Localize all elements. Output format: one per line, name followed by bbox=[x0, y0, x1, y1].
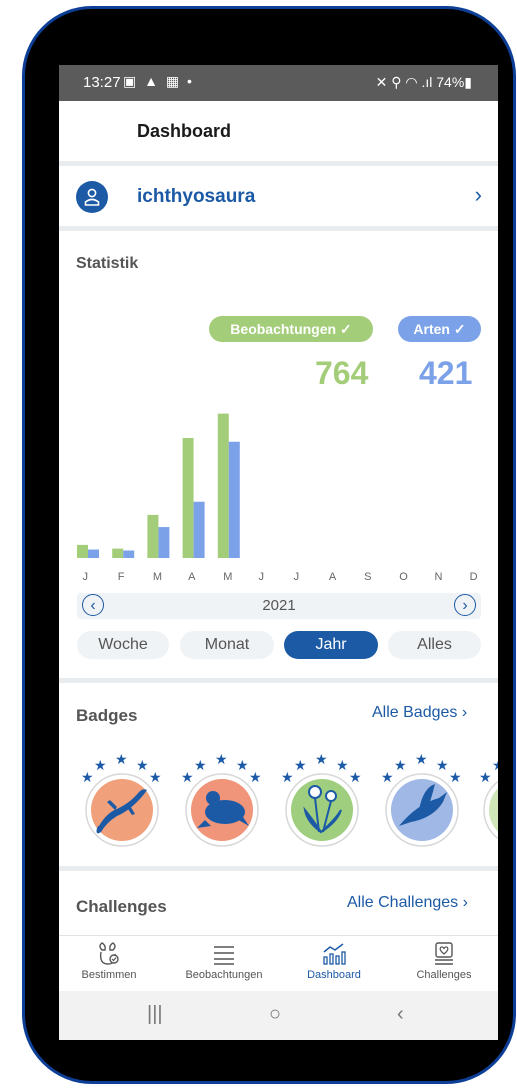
observations-toggle[interactable]: Beobachtungen ✓ bbox=[209, 316, 373, 342]
svg-text:★: ★ bbox=[349, 770, 362, 786]
svg-text:★: ★ bbox=[194, 758, 207, 774]
status-time: 13:27 bbox=[83, 74, 121, 91]
svg-text:★: ★ bbox=[381, 770, 394, 786]
badge-partial[interactable]: ★ ★ bbox=[475, 748, 498, 848]
dashboard-icon bbox=[323, 943, 346, 965]
all-challenges-link[interactable]: Alle Challenges › bbox=[347, 894, 468, 912]
svg-text:★: ★ bbox=[94, 758, 107, 774]
nav-bestimmen[interactable]: Bestimmen bbox=[67, 936, 151, 992]
svg-text:★: ★ bbox=[479, 770, 492, 786]
svg-text:★: ★ bbox=[136, 758, 149, 774]
bottom-navigation: Bestimmen Beobachtungen Dashboard Challe… bbox=[59, 935, 498, 992]
svg-text:★: ★ bbox=[394, 758, 407, 774]
month-tick-label: J bbox=[83, 571, 89, 583]
month-tick-label: J bbox=[258, 571, 264, 583]
avatar bbox=[76, 181, 108, 213]
bar-beobachtungen-0 bbox=[77, 544, 88, 558]
user-icon bbox=[84, 188, 100, 206]
app-bar: Dashboard bbox=[59, 101, 498, 161]
month-tick-label: N bbox=[434, 571, 442, 583]
badge-lizard[interactable]: ★ ★ ★ ★ ★ bbox=[77, 748, 167, 848]
species-count: 421 bbox=[419, 355, 473, 391]
identify-icon bbox=[99, 942, 119, 965]
badge-bird[interactable]: ★ ★ ★ ★ ★ bbox=[377, 748, 467, 848]
system-navigation-bar: ||| ○ ‹ bbox=[59, 991, 498, 1040]
svg-text:★: ★ bbox=[294, 758, 307, 774]
nav-beobachtungen[interactable]: Beobachtungen bbox=[169, 936, 279, 992]
nav-dashboard[interactable]: Dashboard bbox=[294, 936, 374, 992]
svg-text:★: ★ bbox=[149, 770, 162, 786]
bar-beobachtungen-3 bbox=[182, 438, 194, 558]
chevron-right-icon: › bbox=[474, 182, 482, 207]
nav-challenges[interactable]: Challenges bbox=[404, 936, 484, 992]
svg-text:★: ★ bbox=[181, 770, 194, 786]
user-profile-row[interactable]: ichthyosaura › bbox=[59, 166, 498, 226]
challenges-icon bbox=[435, 942, 453, 965]
username: ichthyosaura bbox=[137, 186, 256, 207]
divider bbox=[59, 226, 498, 231]
monthly-bar-chart: JFMAMJJASOND bbox=[77, 413, 478, 583]
list-icon bbox=[214, 946, 234, 965]
year-selector: ‹ 2021 › bbox=[77, 593, 481, 619]
challenges-heading: Challenges bbox=[76, 897, 167, 916]
period-year[interactable]: Jahr bbox=[284, 631, 378, 659]
bar-arten-4 bbox=[228, 441, 240, 558]
svg-text:★: ★ bbox=[215, 752, 228, 768]
month-tick-label: A bbox=[329, 571, 337, 583]
month-tick-label: J bbox=[294, 571, 300, 583]
nav-label: Dashboard bbox=[307, 969, 361, 981]
svg-text:★: ★ bbox=[492, 758, 498, 774]
bar-arten-2 bbox=[158, 527, 170, 558]
star-row: ★ ★ bbox=[479, 758, 498, 786]
month-tick-label: O bbox=[399, 571, 408, 583]
badge-frog[interactable]: ★ ★ ★ ★ ★ bbox=[177, 748, 267, 848]
month-tick-label: A bbox=[188, 571, 196, 583]
svg-text:★: ★ bbox=[281, 770, 294, 786]
next-year-button[interactable]: › bbox=[454, 594, 476, 616]
month-tick-label: S bbox=[364, 571, 371, 583]
svg-text:★: ★ bbox=[236, 758, 249, 774]
page-title: Dashboard bbox=[137, 121, 232, 141]
bar-beobachtungen-4 bbox=[217, 413, 229, 558]
bar-arten-0 bbox=[88, 549, 99, 558]
svg-text:★: ★ bbox=[336, 758, 349, 774]
period-all[interactable]: Alles bbox=[388, 631, 481, 659]
status-right-icons: ✕ ⚲ ◠ .ıl 74%▮ bbox=[375, 74, 472, 90]
nav-label: Challenges bbox=[416, 969, 472, 981]
period-month[interactable]: Monat bbox=[180, 631, 274, 659]
divider bbox=[59, 678, 498, 683]
month-tick-label: D bbox=[470, 571, 478, 583]
status-bar: 13:27 ▣ ▲ ▦ • ✕ ⚲ ◠ .ıl 74%▮ bbox=[59, 65, 498, 101]
home-button[interactable]: ○ bbox=[269, 1003, 281, 1026]
svg-text:★: ★ bbox=[436, 758, 449, 774]
nav-label: Bestimmen bbox=[81, 969, 137, 981]
observations-count: 764 bbox=[315, 355, 369, 391]
svg-text:★: ★ bbox=[415, 752, 428, 768]
badge-dandelion[interactable]: ★ ★ ★ ★ ★ bbox=[277, 748, 367, 848]
bar-arten-1 bbox=[123, 550, 135, 558]
notification-icons: ▣ ▲ ▦ • bbox=[123, 73, 194, 89]
period-week[interactable]: Woche bbox=[77, 631, 169, 659]
bar-beobachtungen-1 bbox=[112, 548, 124, 558]
svg-text:★: ★ bbox=[115, 752, 128, 768]
bar-arten-3 bbox=[193, 501, 205, 558]
nav-label: Beobachtungen bbox=[185, 969, 263, 981]
app-screen: 13:27 ▣ ▲ ▦ • ✕ ⚲ ◠ .ıl 74%▮ Dashboard i… bbox=[59, 65, 498, 1040]
month-tick-label: F bbox=[118, 571, 125, 583]
statistics-heading: Statistik bbox=[76, 255, 139, 272]
recents-button[interactable]: ||| bbox=[147, 1003, 163, 1026]
species-toggle[interactable]: Arten ✓ bbox=[398, 316, 481, 342]
svg-text:★: ★ bbox=[449, 770, 462, 786]
month-tick-label: M bbox=[223, 571, 232, 583]
svg-text:★: ★ bbox=[81, 770, 94, 786]
divider bbox=[59, 866, 498, 871]
back-button[interactable]: ‹ bbox=[397, 1003, 404, 1026]
month-tick-label: M bbox=[153, 571, 162, 583]
svg-text:★: ★ bbox=[315, 752, 328, 768]
all-badges-link[interactable]: Alle Badges › bbox=[372, 704, 467, 722]
badges-heading: Badges bbox=[76, 706, 138, 725]
bar-beobachtungen-2 bbox=[147, 514, 159, 558]
svg-text:★: ★ bbox=[249, 770, 262, 786]
selected-year: 2021 bbox=[262, 597, 296, 614]
